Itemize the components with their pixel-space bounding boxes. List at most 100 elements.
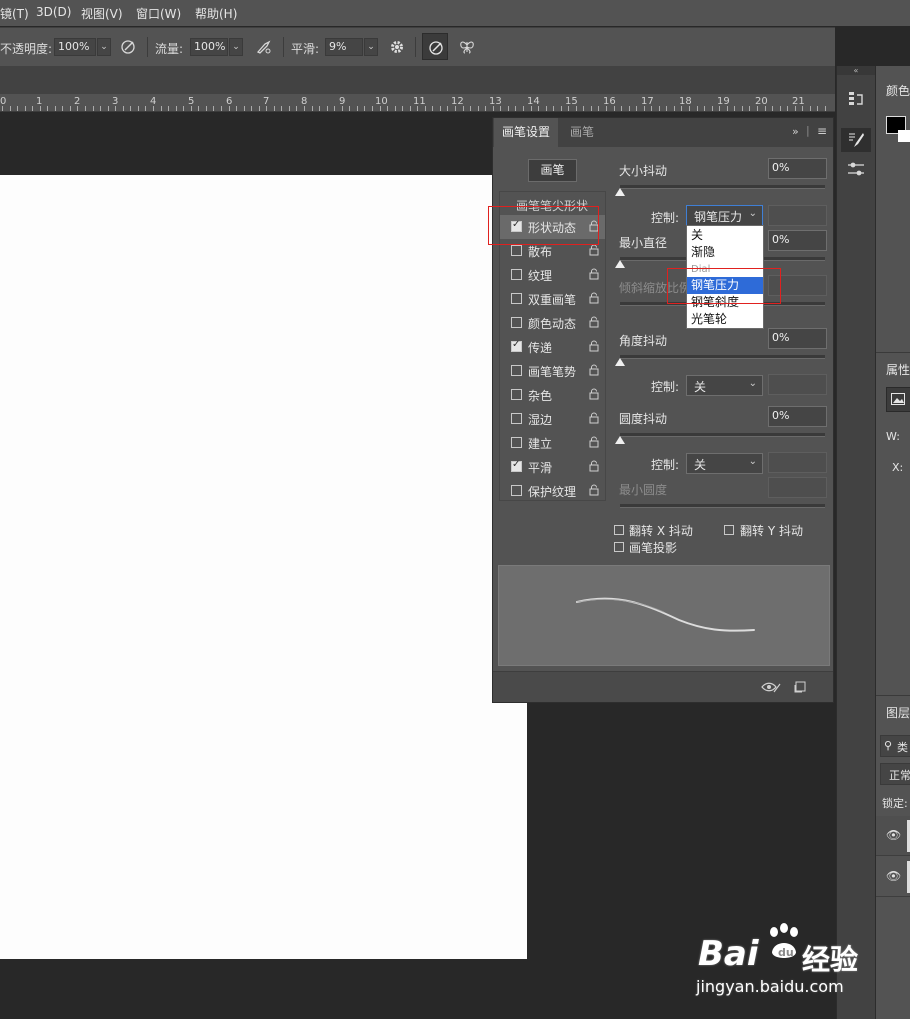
roundness-control-value-field[interactable]	[768, 452, 827, 473]
roundness-control-select[interactable]: 关 ⌄	[686, 453, 763, 474]
lock-icon[interactable]	[589, 340, 599, 352]
min-roundness-input[interactable]	[768, 477, 827, 498]
list-item-noise[interactable]: 杂色	[500, 383, 605, 407]
ruler-tick	[342, 106, 343, 111]
background-color-swatch[interactable]	[898, 130, 910, 142]
dropdown-option-off[interactable]: 关	[687, 227, 763, 244]
checkbox[interactable]	[511, 437, 522, 448]
menu-window[interactable]: 窗口(W)	[136, 5, 181, 22]
brushes-button[interactable]: 画笔	[528, 159, 577, 182]
smoothing-input[interactable]: 9%	[325, 38, 363, 56]
menu-3d[interactable]: 3D(D)	[36, 5, 71, 19]
list-item-texture[interactable]: 纹理	[500, 263, 605, 287]
angle-jitter-slider[interactable]	[615, 355, 825, 366]
butterfly-symmetry-icon[interactable]	[458, 38, 476, 56]
slider-thumb[interactable]	[615, 436, 625, 444]
checkbox[interactable]	[511, 365, 522, 376]
checkbox[interactable]	[511, 269, 522, 280]
opacity-input[interactable]: 100%	[54, 38, 96, 56]
slider-thumb[interactable]	[615, 358, 625, 366]
list-item-build-up[interactable]: 建立	[500, 431, 605, 455]
angle-control-select[interactable]: 关 ⌄	[686, 375, 763, 396]
ruler-tick	[765, 106, 766, 111]
properties-panel-label[interactable]: 属性	[886, 361, 910, 378]
list-item-smoothing[interactable]: 平滑	[500, 455, 605, 479]
eye-icon[interactable]: 👁	[886, 828, 901, 842]
min-roundness-slider[interactable]	[620, 504, 825, 508]
list-item-brush-pose[interactable]: 画笔笔势	[500, 359, 605, 383]
layer-row[interactable]: 👁	[876, 857, 910, 897]
opacity-dropdown[interactable]: ⌄	[97, 38, 111, 56]
checkbox[interactable]	[511, 339, 522, 352]
slider-thumb[interactable]	[615, 188, 625, 196]
image-properties-button[interactable]	[886, 387, 910, 412]
roundness-jitter-slider[interactable]	[615, 433, 825, 444]
brush-settings-dock-button[interactable]	[841, 128, 871, 152]
toggle-preview-eye-icon[interactable]	[761, 681, 781, 693]
tab-brushes[interactable]: 画笔	[562, 118, 602, 147]
size-jitter-input[interactable]: 0%	[768, 158, 827, 179]
flow-input[interactable]: 100%	[190, 38, 228, 56]
smoothing-dropdown[interactable]: ⌄	[364, 38, 378, 56]
checkbox[interactable]	[511, 389, 522, 400]
checkbox[interactable]	[511, 485, 522, 496]
size-control-select[interactable]: 钢笔压力 ⌄	[686, 205, 763, 226]
collapse-panel-icon[interactable]: »	[792, 125, 799, 138]
brush-projection-checkbox[interactable]	[614, 542, 624, 552]
airbrush-icon[interactable]	[255, 38, 273, 56]
lock-icon[interactable]	[589, 460, 599, 472]
pressure-size-toggle[interactable]	[422, 33, 448, 60]
lock-icon[interactable]	[589, 244, 599, 256]
list-item-protect-texture[interactable]: 保护纹理	[500, 479, 605, 503]
checkbox[interactable]	[511, 317, 522, 328]
checkbox[interactable]	[511, 459, 522, 472]
lock-icon[interactable]	[589, 364, 599, 376]
list-item-color-dynamics[interactable]: 颜色动态	[500, 311, 605, 335]
ruler-tick	[100, 106, 101, 111]
lock-icon[interactable]	[589, 436, 599, 448]
layers-panel-label[interactable]: 图层	[886, 704, 910, 721]
lock-icon[interactable]	[589, 484, 599, 496]
flow-dropdown[interactable]: ⌄	[229, 38, 243, 56]
lock-icon[interactable]	[589, 388, 599, 400]
checkbox[interactable]	[511, 293, 522, 304]
layer-row[interactable]: 👁	[876, 816, 910, 856]
lock-icon[interactable]	[589, 292, 599, 304]
roundness-jitter-input[interactable]: 0%	[768, 406, 827, 427]
dropdown-option-stylus-wheel[interactable]: 光笔轮	[687, 311, 763, 328]
menu-help[interactable]: 帮助(H)	[195, 5, 237, 22]
checkbox[interactable]	[511, 245, 522, 256]
flip-y-checkbox[interactable]	[724, 525, 734, 535]
brush-presets-icon[interactable]	[847, 160, 865, 178]
slider-thumb[interactable]	[615, 260, 625, 268]
flip-x-checkbox[interactable]	[614, 525, 624, 535]
menu-filter[interactable]: 镜(T)	[0, 5, 29, 22]
list-item-wet-edges[interactable]: 湿边	[500, 407, 605, 431]
eye-icon[interactable]: 👁	[886, 869, 901, 883]
pressure-opacity-icon[interactable]	[119, 38, 137, 56]
lock-icon[interactable]	[589, 268, 599, 280]
menu-view[interactable]: 视图(V)	[81, 5, 123, 22]
lock-icon[interactable]	[589, 316, 599, 328]
lock-icon[interactable]	[589, 412, 599, 424]
list-item-dual-brush[interactable]: 双重画笔	[500, 287, 605, 311]
list-item-transfer[interactable]: 传递	[500, 335, 605, 359]
size-control-value-field[interactable]	[768, 205, 827, 226]
brush-stroke-preview	[498, 565, 830, 666]
color-panel-label[interactable]: 颜色	[886, 82, 910, 99]
layer-filter-field[interactable]: ⚲ 类	[880, 735, 910, 757]
min-diameter-input[interactable]: 0%	[768, 230, 827, 251]
checkbox[interactable]	[511, 413, 522, 424]
blend-mode-select[interactable]: 正常	[880, 763, 910, 785]
size-jitter-slider[interactable]	[615, 185, 825, 196]
history-icon[interactable]	[847, 90, 865, 108]
new-brush-icon[interactable]	[794, 681, 806, 693]
tab-brush-settings[interactable]: 画笔设置	[494, 118, 559, 147]
collapse-arrows-icon[interactable]: «	[837, 66, 875, 75]
angle-control-value-field[interactable]	[768, 374, 827, 395]
angle-jitter-input[interactable]: 0%	[768, 328, 827, 349]
panel-menu-icon[interactable]: ≡	[817, 124, 827, 138]
document-canvas[interactable]	[0, 175, 527, 959]
gear-icon[interactable]	[388, 38, 406, 56]
dropdown-option-fade[interactable]: 渐隐	[687, 244, 763, 261]
